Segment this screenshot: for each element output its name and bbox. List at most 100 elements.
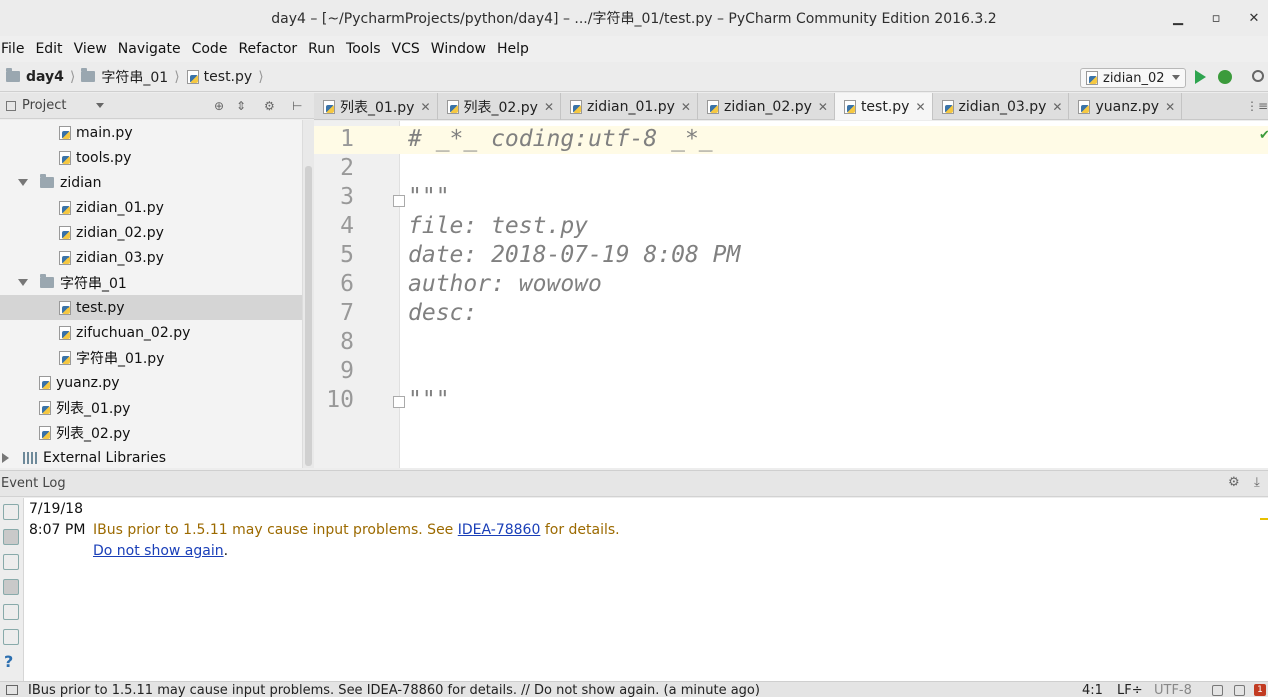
scroll-to-end-icon[interactable] — [3, 529, 19, 545]
tree-item[interactable]: zifuchuan_02.py — [0, 320, 302, 345]
hide-panel-icon[interactable]: ⊢ — [292, 99, 302, 113]
close-icon[interactable]: ✕ — [915, 100, 925, 114]
run-icon[interactable] — [1195, 70, 1206, 84]
close-button[interactable]: ✕ — [1244, 8, 1264, 28]
caret-position[interactable]: 4:1 — [1082, 683, 1103, 697]
breadcrumb-folder[interactable]: 字符串_01 — [101, 67, 168, 87]
tree-item-label: zifuchuan_02.py — [76, 324, 191, 341]
line-number: 9 — [340, 358, 354, 384]
tree-item[interactable]: 列表_01.py — [0, 395, 302, 420]
gear-icon[interactable]: ⚙ — [1228, 475, 1240, 490]
code-line[interactable]: author: wowowo — [408, 271, 602, 297]
collapse-icon[interactable]: ⇕ — [236, 99, 246, 113]
menu-file[interactable]: File — [1, 41, 24, 57]
tab-zidian-01[interactable]: zidian_01.py ✕ — [561, 93, 698, 120]
tab-zidian-02[interactable]: zidian_02.py ✕ — [698, 93, 835, 120]
scrollbar-thumb[interactable] — [305, 166, 312, 466]
menu-view[interactable]: View — [74, 41, 107, 57]
tree-item[interactable]: 字符串_01 — [0, 270, 302, 295]
tree-item[interactable]: zidian — [0, 170, 302, 195]
line-number: 10 — [326, 387, 354, 413]
log-time: 8:07 PM — [29, 522, 86, 538]
help-icon[interactable]: ? — [4, 652, 13, 671]
menu-code[interactable]: Code — [192, 41, 228, 57]
search-icon[interactable] — [1252, 70, 1264, 82]
code-line[interactable]: desc: — [408, 300, 477, 326]
python-file-icon — [58, 300, 72, 315]
tree-item[interactable]: External Libraries — [0, 445, 302, 468]
run-config-select[interactable]: zidian_02 — [1080, 68, 1186, 88]
status-message[interactable]: IBus prior to 1.5.11 may cause input pro… — [28, 683, 760, 697]
issue-link[interactable]: IDEA-78860 — [458, 522, 541, 538]
python-file-icon — [941, 99, 955, 114]
menu-navigate[interactable]: Navigate — [118, 41, 181, 57]
close-icon[interactable]: ✕ — [1165, 100, 1175, 114]
menu-tools[interactable]: Tools — [346, 41, 381, 57]
breadcrumb-project[interactable]: day4 — [26, 69, 64, 85]
code-line[interactable]: date: 2018-07-19 8:08 PM — [408, 242, 740, 268]
toggle-tool-windows-icon[interactable] — [6, 685, 18, 695]
line-separator[interactable]: LF÷ — [1117, 683, 1143, 697]
chevron-down-icon[interactable] — [96, 103, 105, 108]
code-line[interactable]: # _*_ coding:utf-8 _*_ — [408, 126, 713, 152]
tab-liebiao-01[interactable]: 列表_01.py ✕ — [314, 93, 438, 120]
expand-arrow-icon[interactable] — [2, 452, 9, 463]
close-icon[interactable]: ✕ — [681, 100, 691, 114]
fold-marker[interactable] — [393, 195, 405, 207]
python-file-icon — [58, 325, 72, 340]
inspector-icon[interactable] — [1234, 685, 1245, 696]
tab-test-active[interactable]: test.py ✕ — [834, 93, 933, 120]
menu-edit[interactable]: Edit — [35, 41, 62, 57]
tree-item[interactable]: zidian_03.py — [0, 245, 302, 270]
tree-item[interactable]: yuanz.py — [0, 370, 302, 395]
tree-item[interactable]: tools.py — [0, 145, 302, 170]
maximize-button[interactable]: ▫ — [1206, 8, 1226, 28]
code-line[interactable]: """ — [408, 184, 450, 210]
clear-all-icon[interactable] — [3, 629, 19, 645]
close-icon[interactable]: ✕ — [818, 100, 828, 114]
locate-icon[interactable]: ⊕ — [214, 99, 224, 113]
tree-item[interactable]: 字符串_01.py — [0, 345, 302, 370]
minimize-button[interactable]: ▁ — [1168, 8, 1188, 28]
hide-panel-icon[interactable]: ⤓ — [1254, 475, 1260, 490]
debug-icon[interactable] — [1218, 70, 1232, 84]
mark-read-icon[interactable] — [3, 604, 19, 620]
breadcrumb-file[interactable]: test.py — [204, 69, 253, 85]
tree-scrollbar[interactable] — [302, 120, 314, 468]
project-panel-title[interactable]: Project — [22, 98, 66, 113]
do-not-show-again-link[interactable]: Do not show again — [93, 543, 224, 559]
tree-item-label: zidian — [60, 174, 102, 191]
line-number: 2 — [340, 155, 354, 181]
menu-refactor[interactable]: Refactor — [238, 41, 297, 57]
expand-arrow-icon[interactable] — [18, 179, 28, 186]
close-icon[interactable]: ✕ — [544, 100, 554, 114]
menu-window[interactable]: Window — [431, 41, 486, 57]
tree-item[interactable]: main.py — [0, 120, 302, 145]
expand-arrow-icon[interactable] — [18, 279, 28, 286]
python-file-icon — [446, 99, 460, 114]
menu-vcs[interactable]: VCS — [392, 41, 420, 57]
python-file-icon — [38, 375, 52, 390]
soft-wrap-icon[interactable] — [3, 554, 19, 570]
file-encoding[interactable]: UTF-8 — [1154, 683, 1192, 697]
group-icon[interactable] — [3, 579, 19, 595]
tree-item[interactable]: 列表_02.py — [0, 420, 302, 445]
tab-list-icon[interactable]: ⋮≡ — [1246, 99, 1268, 113]
close-icon[interactable]: ✕ — [420, 100, 430, 114]
tree-item-selected[interactable]: test.py — [0, 295, 302, 320]
error-badge[interactable]: 1 — [1254, 684, 1266, 696]
close-icon[interactable]: ✕ — [1052, 100, 1062, 114]
gear-icon[interactable]: ⚙ — [264, 99, 275, 113]
menu-run[interactable]: Run — [308, 41, 335, 57]
tab-yuanz[interactable]: yuanz.py ✕ — [1069, 93, 1183, 120]
lock-icon[interactable] — [1212, 685, 1223, 696]
code-line[interactable]: """ — [408, 387, 450, 413]
menu-help[interactable]: Help — [497, 41, 529, 57]
fold-marker[interactable] — [393, 396, 405, 408]
tab-liebiao-02[interactable]: 列表_02.py ✕ — [438, 93, 561, 120]
tab-zidian-03[interactable]: zidian_03.py ✕ — [933, 93, 1070, 120]
tree-item[interactable]: zidian_02.py — [0, 220, 302, 245]
code-line[interactable]: file: test.py — [408, 213, 588, 239]
tree-item[interactable]: zidian_01.py — [0, 195, 302, 220]
settings-icon[interactable] — [3, 504, 19, 520]
